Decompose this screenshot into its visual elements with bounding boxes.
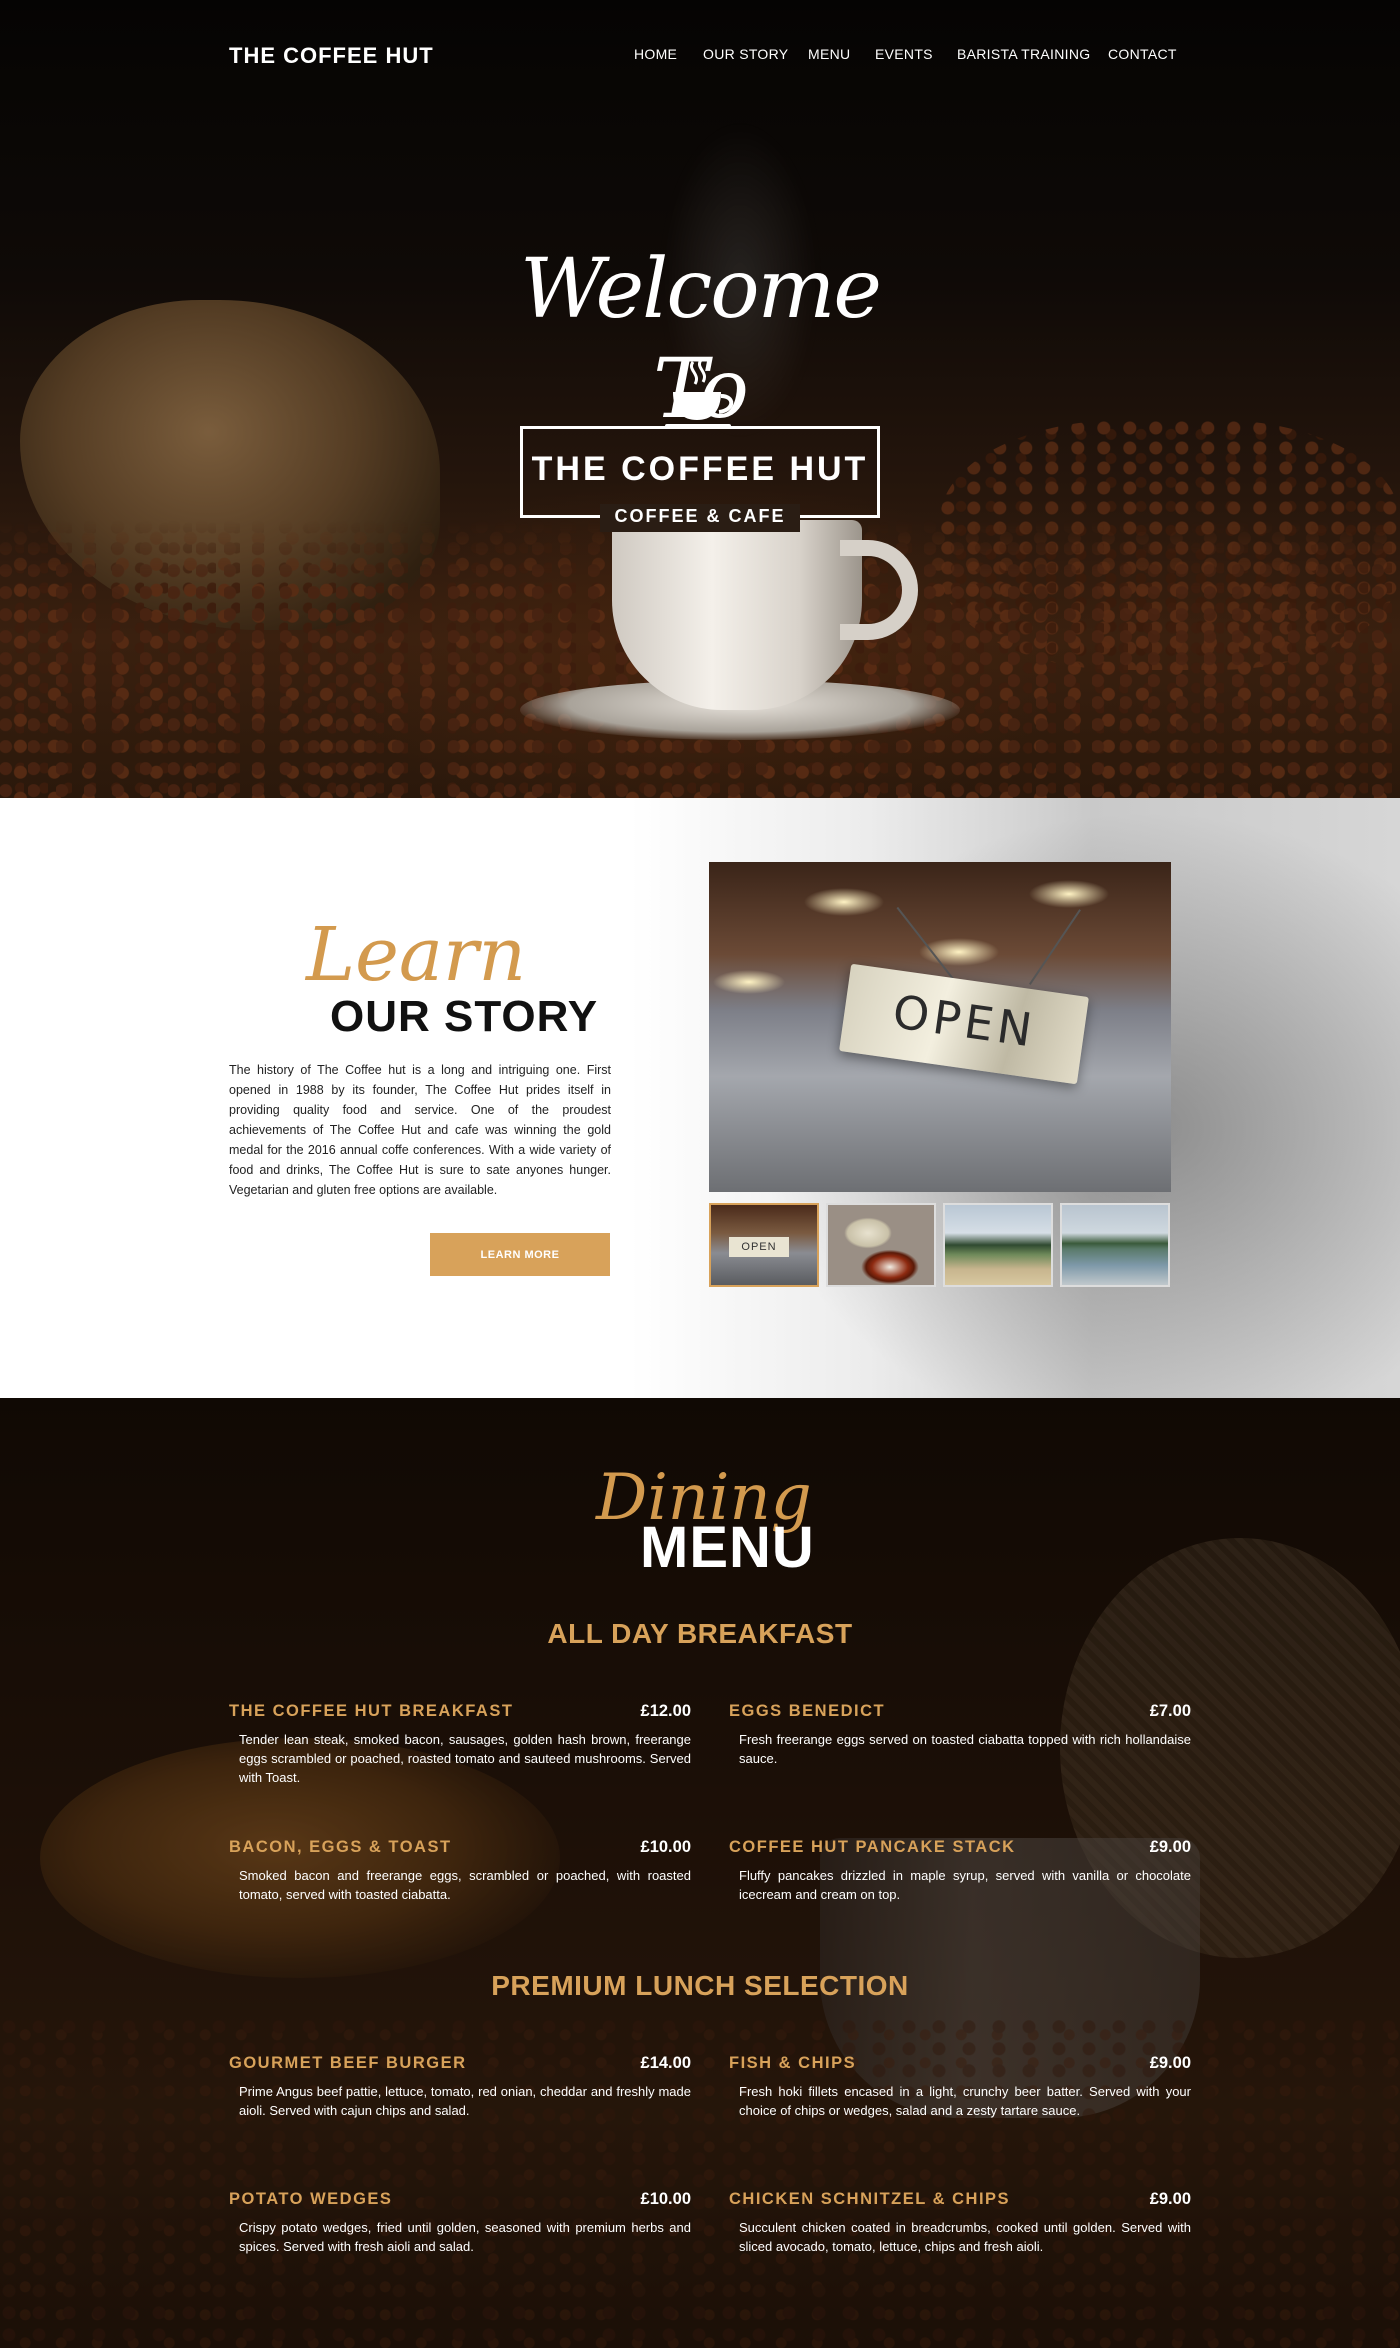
open-sign: OPEN bbox=[839, 963, 1089, 1085]
open-sign-text: OPEN bbox=[889, 984, 1040, 1058]
gallery-thumb-waterfront[interactable] bbox=[1060, 1203, 1170, 1287]
menu-item-name: BACON, EGGS & TOAST bbox=[229, 1838, 452, 1856]
menu-item-name: THE COFFEE HUT BREAKFAST bbox=[229, 1702, 514, 1720]
story-script-heading: Learn bbox=[306, 912, 527, 998]
story-heading: OUR STORY bbox=[330, 992, 599, 1041]
menu-item-description: Smoked bacon and freerange eggs, scrambl… bbox=[239, 1868, 691, 1902]
logo-subtitle: COFFEE & CAFE bbox=[614, 506, 786, 526]
section-title-lunch: PREMIUM LUNCH SELECTION bbox=[491, 1970, 909, 2001]
menu-item-name: COFFEE HUT PANCAKE STACK bbox=[729, 1838, 1016, 1856]
menu-item-description: Fresh freerange eggs served on toasted c… bbox=[739, 1732, 1191, 1766]
nav-contact[interactable]: CONTACT bbox=[1108, 46, 1177, 62]
menu-item-price: £7.00 bbox=[1149, 1702, 1191, 1720]
menu-item-description: Fresh hoki fillets encased in a light, c… bbox=[739, 2084, 1191, 2118]
story-main-photo: OPEN bbox=[709, 862, 1171, 1192]
menu-item-description: Crispy potato wedges, fried until golden… bbox=[239, 2220, 691, 2254]
hero-section: THE COFFEE HUT HOME OUR STORY MENU EVENT… bbox=[0, 0, 1400, 798]
menu-item-price: £9.00 bbox=[1149, 2054, 1191, 2072]
menu-item-price: £10.00 bbox=[640, 1838, 691, 1856]
menu-item-name: POTATO WEDGES bbox=[229, 2190, 393, 2208]
gallery-thumb-food[interactable] bbox=[826, 1203, 936, 1287]
nav-home[interactable]: HOME bbox=[634, 46, 677, 62]
menu-item-description: Prime Angus beef pattie, lettuce, tomato… bbox=[239, 2084, 691, 2118]
section-title-breakfast: ALL DAY BREAKFAST bbox=[547, 1618, 853, 1649]
menu-item-price: £9.00 bbox=[1149, 1838, 1191, 1856]
story-paragraph: The history of The Coffee hut is a long … bbox=[229, 1063, 611, 1197]
logo-title: THE COFFEE HUT bbox=[531, 450, 869, 488]
learn-more-button[interactable]: LEARN MORE bbox=[430, 1233, 610, 1276]
menu-item-name: FISH & CHIPS bbox=[729, 2054, 857, 2072]
menu-item-name: EGGS BENEDICT bbox=[729, 1702, 886, 1720]
menu-item-name: CHICKEN SCHNITZEL & CHIPS bbox=[729, 2190, 1011, 2208]
menu-item-name: GOURMET BEEF BURGER bbox=[229, 2054, 467, 2072]
site-brand[interactable]: THE COFFEE HUT bbox=[229, 43, 434, 69]
gallery-thumb-beach[interactable] bbox=[943, 1203, 1053, 1287]
menu-item-description: Succulent chicken coated in breadcrumbs,… bbox=[739, 2220, 1191, 2254]
gallery-thumb-open-sign[interactable]: OPEN bbox=[709, 1203, 819, 1287]
nav-menu[interactable]: MENU bbox=[808, 46, 850, 62]
menu-section: Dining MENU ALL DAY BREAKFAST THE COFFEE… bbox=[0, 1398, 1400, 2348]
sign-chain bbox=[1029, 909, 1081, 985]
coffee-cup-image bbox=[612, 520, 862, 710]
thumb-sign-text: OPEN bbox=[729, 1237, 789, 1257]
our-story-section: Learn OUR STORY The history of The Coffe… bbox=[0, 798, 1400, 1398]
sign-chain bbox=[896, 906, 954, 980]
menu-item-price: £14.00 bbox=[640, 2054, 691, 2072]
nav-events[interactable]: EVENTS bbox=[875, 46, 933, 62]
menu-item-description: Tender lean steak, smoked bacon, sausage… bbox=[239, 1732, 691, 1785]
nav-barista-training[interactable]: BARISTA TRAINING bbox=[957, 46, 1090, 62]
menu-heading: MENU bbox=[640, 1515, 815, 1580]
menu-item-description: Fluffy pancakes drizzled in maple syrup,… bbox=[739, 1868, 1191, 1902]
nav-our-story[interactable]: OUR STORY bbox=[703, 46, 788, 62]
menu-item-price: £12.00 bbox=[640, 1702, 691, 1720]
menu-item-price: £9.00 bbox=[1149, 2190, 1191, 2208]
menu-item-price: £10.00 bbox=[640, 2190, 691, 2208]
